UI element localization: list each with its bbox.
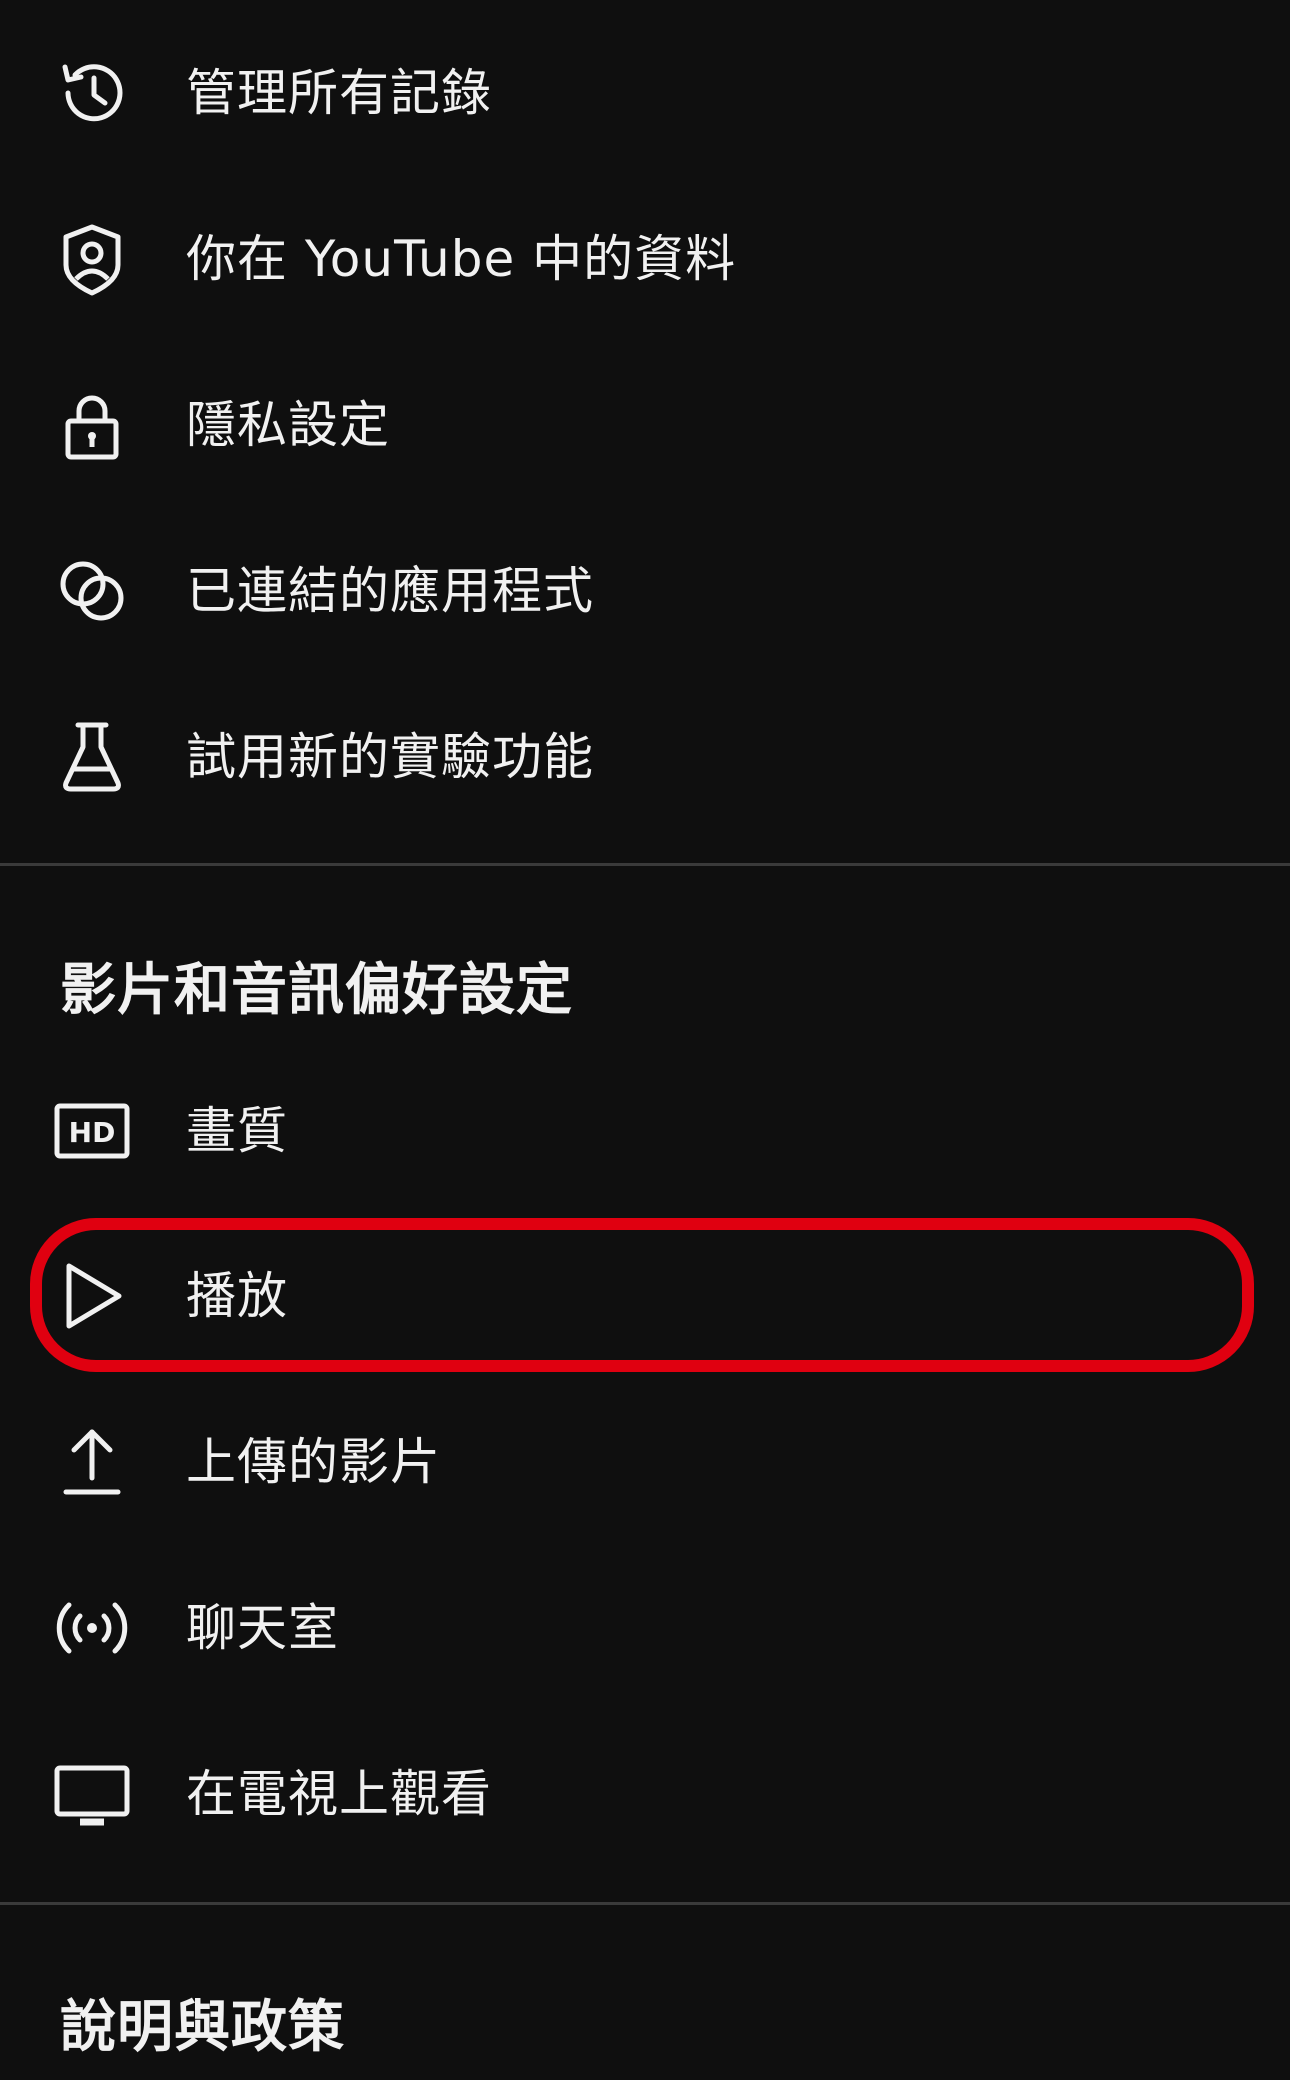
menu-item-label: 在電視上觀看: [186, 1765, 492, 1823]
menu-item-label: 你在 YouTube 中的資料: [186, 230, 737, 288]
hd-icon: HD: [52, 1091, 132, 1171]
linked-circles-icon: [52, 551, 132, 631]
history-icon: [52, 53, 132, 133]
section-divider: [0, 863, 1290, 866]
menu-item-uploads[interactable]: 上傳的影片: [0, 1379, 1290, 1545]
live-broadcast-icon: [52, 1588, 132, 1668]
menu-item-label: 管理所有記錄: [186, 64, 492, 122]
menu-item-label: 隱私設定: [186, 396, 390, 454]
flask-icon: [52, 717, 132, 797]
menu-item-your-data[interactable]: 你在 YouTube 中的資料: [0, 176, 1290, 342]
section-title-help-policy: 說明與政策: [60, 1995, 345, 2060]
section-divider: [0, 1902, 1290, 1905]
menu-item-video-quality[interactable]: HD 畫質: [0, 1048, 1290, 1214]
menu-item-try-experimental[interactable]: 試用新的實驗功能: [0, 674, 1290, 840]
menu-item-label: 播放: [186, 1267, 288, 1325]
menu-item-live-chat[interactable]: 聊天室: [0, 1545, 1290, 1711]
menu-item-label: 上傳的影片: [186, 1433, 441, 1491]
menu-item-label: 已連結的應用程式: [186, 562, 594, 620]
section-title-video-audio: 影片和音訊偏好設定: [60, 958, 573, 1023]
play-icon: [52, 1256, 132, 1336]
menu-item-label: 聊天室: [186, 1599, 339, 1657]
menu-item-manage-history[interactable]: 管理所有記錄: [0, 10, 1290, 176]
svg-text:HD: HD: [69, 1116, 116, 1149]
upload-icon: [52, 1422, 132, 1502]
menu-item-label: 畫質: [186, 1102, 288, 1160]
tv-icon: [52, 1754, 132, 1834]
menu-item-privacy-settings[interactable]: 隱私設定: [0, 342, 1290, 508]
menu-item-connected-apps[interactable]: 已連結的應用程式: [0, 508, 1290, 674]
shield-person-icon: [52, 219, 132, 299]
menu-item-label: 試用新的實驗功能: [186, 728, 594, 786]
menu-item-playback[interactable]: 播放: [0, 1213, 1290, 1379]
lock-icon: [52, 385, 132, 465]
menu-item-watch-on-tv[interactable]: 在電視上觀看: [0, 1711, 1290, 1877]
